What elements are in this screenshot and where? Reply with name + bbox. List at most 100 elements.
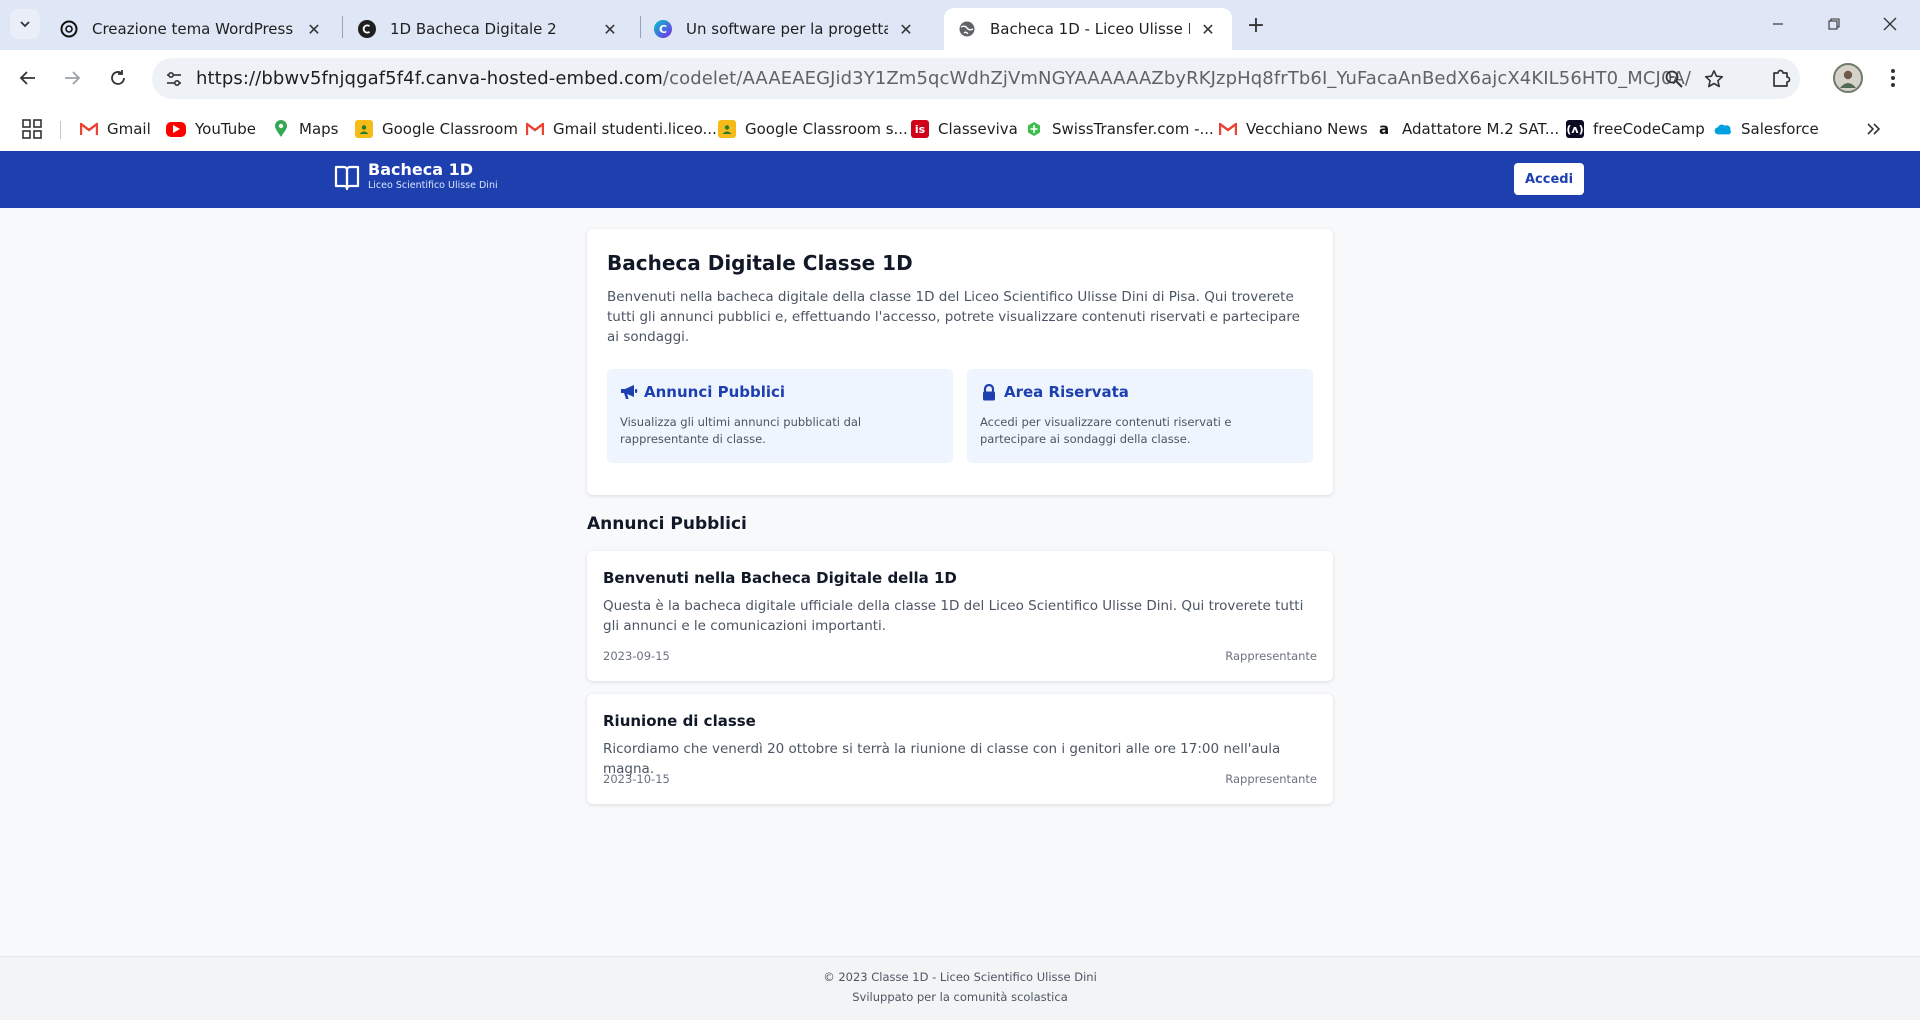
bookmark-label: Salesforce — [1741, 120, 1819, 138]
arrow-right-icon — [65, 71, 81, 85]
reload-icon — [111, 70, 125, 85]
login-button[interactable]: Accedi — [1514, 163, 1584, 195]
tab-title: Creazione tema WordPress — [92, 20, 294, 38]
bookmark-gmail-studenti[interactable]: Gmail studenti.liceo... — [526, 117, 717, 141]
megaphone-icon — [620, 383, 638, 401]
announcement-title: Riunione di classe — [603, 712, 756, 730]
salesforce-cloud-icon — [1714, 120, 1732, 138]
announcement-date: 2023-09-15 — [603, 649, 670, 663]
feature-header: Annunci Pubblici — [620, 383, 785, 401]
amazon-icon: a — [1378, 120, 1390, 138]
tab-title: Bacheca 1D - Liceo Ulisse Dini — [990, 20, 1190, 38]
bookmark-youtube[interactable]: YouTube — [166, 117, 256, 141]
close-icon[interactable]: ✕ — [600, 19, 620, 39]
bookmark-freecodecamp[interactable]: (ʌ) freeCodeCamp — [1566, 117, 1705, 141]
open-book-icon — [334, 165, 360, 191]
avatar-icon — [1840, 70, 1856, 88]
zoom-icon[interactable] — [1662, 67, 1686, 91]
bookmark-label: Maps — [299, 120, 339, 138]
announcement-card[interactable]: Benvenuti nella Bacheca Digitale della 1… — [587, 551, 1333, 681]
bookmark-label: Google Classroom s... — [745, 120, 908, 138]
tab-canva[interactable]: C Un software per la progettazion ✕ — [640, 8, 930, 50]
back-button[interactable] — [12, 62, 44, 94]
close-icon[interactable]: ✕ — [304, 19, 324, 39]
announcement-body: Questa è la bacheca digitale ufficiale d… — [603, 598, 1304, 634]
bookmark-swisstransfer[interactable]: SwissTransfer.com -... — [1025, 117, 1214, 141]
announcement-title: Benvenuti nella Bacheca Digitale della 1… — [603, 569, 957, 587]
announcement-author: Rappresentante — [1225, 649, 1317, 663]
bookmark-label: Adattatore M.2 SAT... — [1402, 120, 1560, 138]
footer-credit: Sviluppato per la comunità scolastica — [852, 990, 1068, 1004]
welcome-card: Bacheca Digitale Classe 1D Benvenuti nel… — [587, 229, 1333, 495]
bookmark-maps[interactable]: Maps — [272, 117, 338, 141]
feature-title: Area Riservata — [1004, 383, 1129, 401]
feature-reserved-area[interactable]: Area Riservata Accedi per visualizzare c… — [967, 369, 1313, 463]
apps-grid-icon[interactable] — [22, 117, 42, 141]
swisstransfer-icon — [1025, 120, 1043, 138]
feature-public-announcements[interactable]: Annunci Pubblici Visualizza gli ultimi a… — [607, 369, 953, 463]
tab-bacheca-2[interactable]: 1D Bacheca Digitale 2 ✕ — [344, 8, 634, 50]
close-icon[interactable]: ✕ — [896, 19, 916, 39]
bookmark-label: Google Classroom — [382, 120, 518, 138]
announcement-date: 2023-10-15 — [603, 772, 670, 786]
tab-title: Un software per la progettazion — [686, 20, 888, 38]
browser-menu-icon[interactable] — [1878, 63, 1908, 93]
forward-button[interactable] — [56, 62, 88, 94]
site-brand[interactable]: Bacheca 1D Liceo Scientifico Ulisse Dini — [333, 161, 498, 193]
tab-strip: Creazione tema WordPress ✕ 1D Bacheca Di… — [0, 0, 1920, 50]
brand-title: Bacheca 1D — [368, 160, 473, 179]
site-header: Bacheca 1D Liceo Scientifico Ulisse Dini… — [0, 151, 1920, 208]
reload-button[interactable] — [102, 62, 134, 94]
bookmark-star-icon[interactable] — [1702, 67, 1726, 91]
minimize-icon — [1773, 23, 1783, 25]
tab-wordpress[interactable]: Creazione tema WordPress ✕ — [46, 8, 338, 50]
footer-copyright: © 2023 Classe 1D - Liceo Scientifico Uli… — [823, 970, 1097, 984]
restore-button[interactable] — [1810, 8, 1858, 40]
tab-search-button[interactable] — [10, 9, 40, 39]
bookmark-classeviva[interactable]: is Classeviva — [911, 117, 1018, 141]
bookmark-amazon[interactable]: a Adattatore M.2 SAT... — [1375, 117, 1559, 141]
feature-description: Accedi per visualizzare contenuti riserv… — [980, 415, 1232, 446]
announcement-author: Rappresentante — [1225, 772, 1317, 786]
site-info-icon[interactable] — [162, 67, 186, 91]
gmail-icon — [1219, 120, 1237, 138]
freecodecamp-icon: (ʌ) — [1566, 120, 1584, 138]
classroom-icon — [355, 120, 373, 138]
url-text[interactable]: https://bbwv5fnjqgaf5f4f.canva-hosted-em… — [196, 68, 1691, 89]
tab-divider — [342, 16, 343, 38]
bookmark-gmail[interactable]: Gmail — [80, 117, 151, 141]
bookmark-classroom-s[interactable]: Google Classroom s... — [718, 117, 908, 141]
site-footer: © 2023 Classe 1D - Liceo Scientifico Uli… — [0, 956, 1920, 1020]
close-icon[interactable]: ✕ — [1198, 19, 1218, 39]
announcement-body: Ricordiamo che venerdì 20 ottobre si ter… — [603, 741, 1281, 777]
new-tab-button[interactable]: + — [1242, 11, 1270, 39]
gmail-icon — [526, 120, 544, 138]
gmail-icon — [80, 120, 98, 138]
bookmark-salesforce[interactable]: Salesforce — [1714, 117, 1819, 141]
more-bookmarks-icon[interactable] — [1866, 117, 1882, 141]
bookmark-label: Gmail studenti.liceo... — [553, 120, 717, 138]
announcements-heading: Annunci Pubblici — [587, 514, 747, 534]
tab-bacheca-1d[interactable]: Bacheca 1D - Liceo Ulisse Dini ✕ — [944, 8, 1232, 50]
bookmark-label: Classeviva — [938, 120, 1018, 138]
extensions-puzzle-icon[interactable] — [1766, 63, 1796, 93]
feature-description: Visualizza gli ultimi annunci pubblicati… — [620, 415, 862, 446]
address-bar[interactable]: https://bbwv5fnjqgaf5f4f.canva-hosted-em… — [152, 58, 1800, 99]
profile-avatar[interactable] — [1833, 63, 1863, 93]
welcome-description: Benvenuti nella bacheca digitale della c… — [607, 289, 1300, 345]
minimize-button[interactable] — [1754, 8, 1802, 40]
announcement-card[interactable]: Riunione di classe Ricordiamo che venerd… — [587, 694, 1333, 804]
url-path: /codelet/AAAEAEGJid3Y1Zm5qcWdhZjVmNGYAAA… — [662, 68, 1692, 89]
feature-header: Area Riservata — [980, 383, 1129, 401]
classroom-icon — [718, 120, 736, 138]
bookmark-vecchiano[interactable]: Vecchiano News — [1219, 117, 1368, 141]
main-content: Bacheca Digitale Classe 1D Benvenuti nel… — [0, 208, 1920, 956]
openai-icon — [60, 20, 78, 38]
bookmark-divider — [60, 121, 61, 139]
chevron-down-icon — [20, 21, 30, 28]
lock-icon — [980, 383, 998, 401]
bookmark-classroom[interactable]: Google Classroom — [355, 117, 518, 141]
brand-subtitle: Liceo Scientifico Ulisse Dini — [368, 180, 498, 191]
close-window-button[interactable] — [1866, 8, 1914, 40]
classeviva-icon: is — [911, 120, 929, 138]
